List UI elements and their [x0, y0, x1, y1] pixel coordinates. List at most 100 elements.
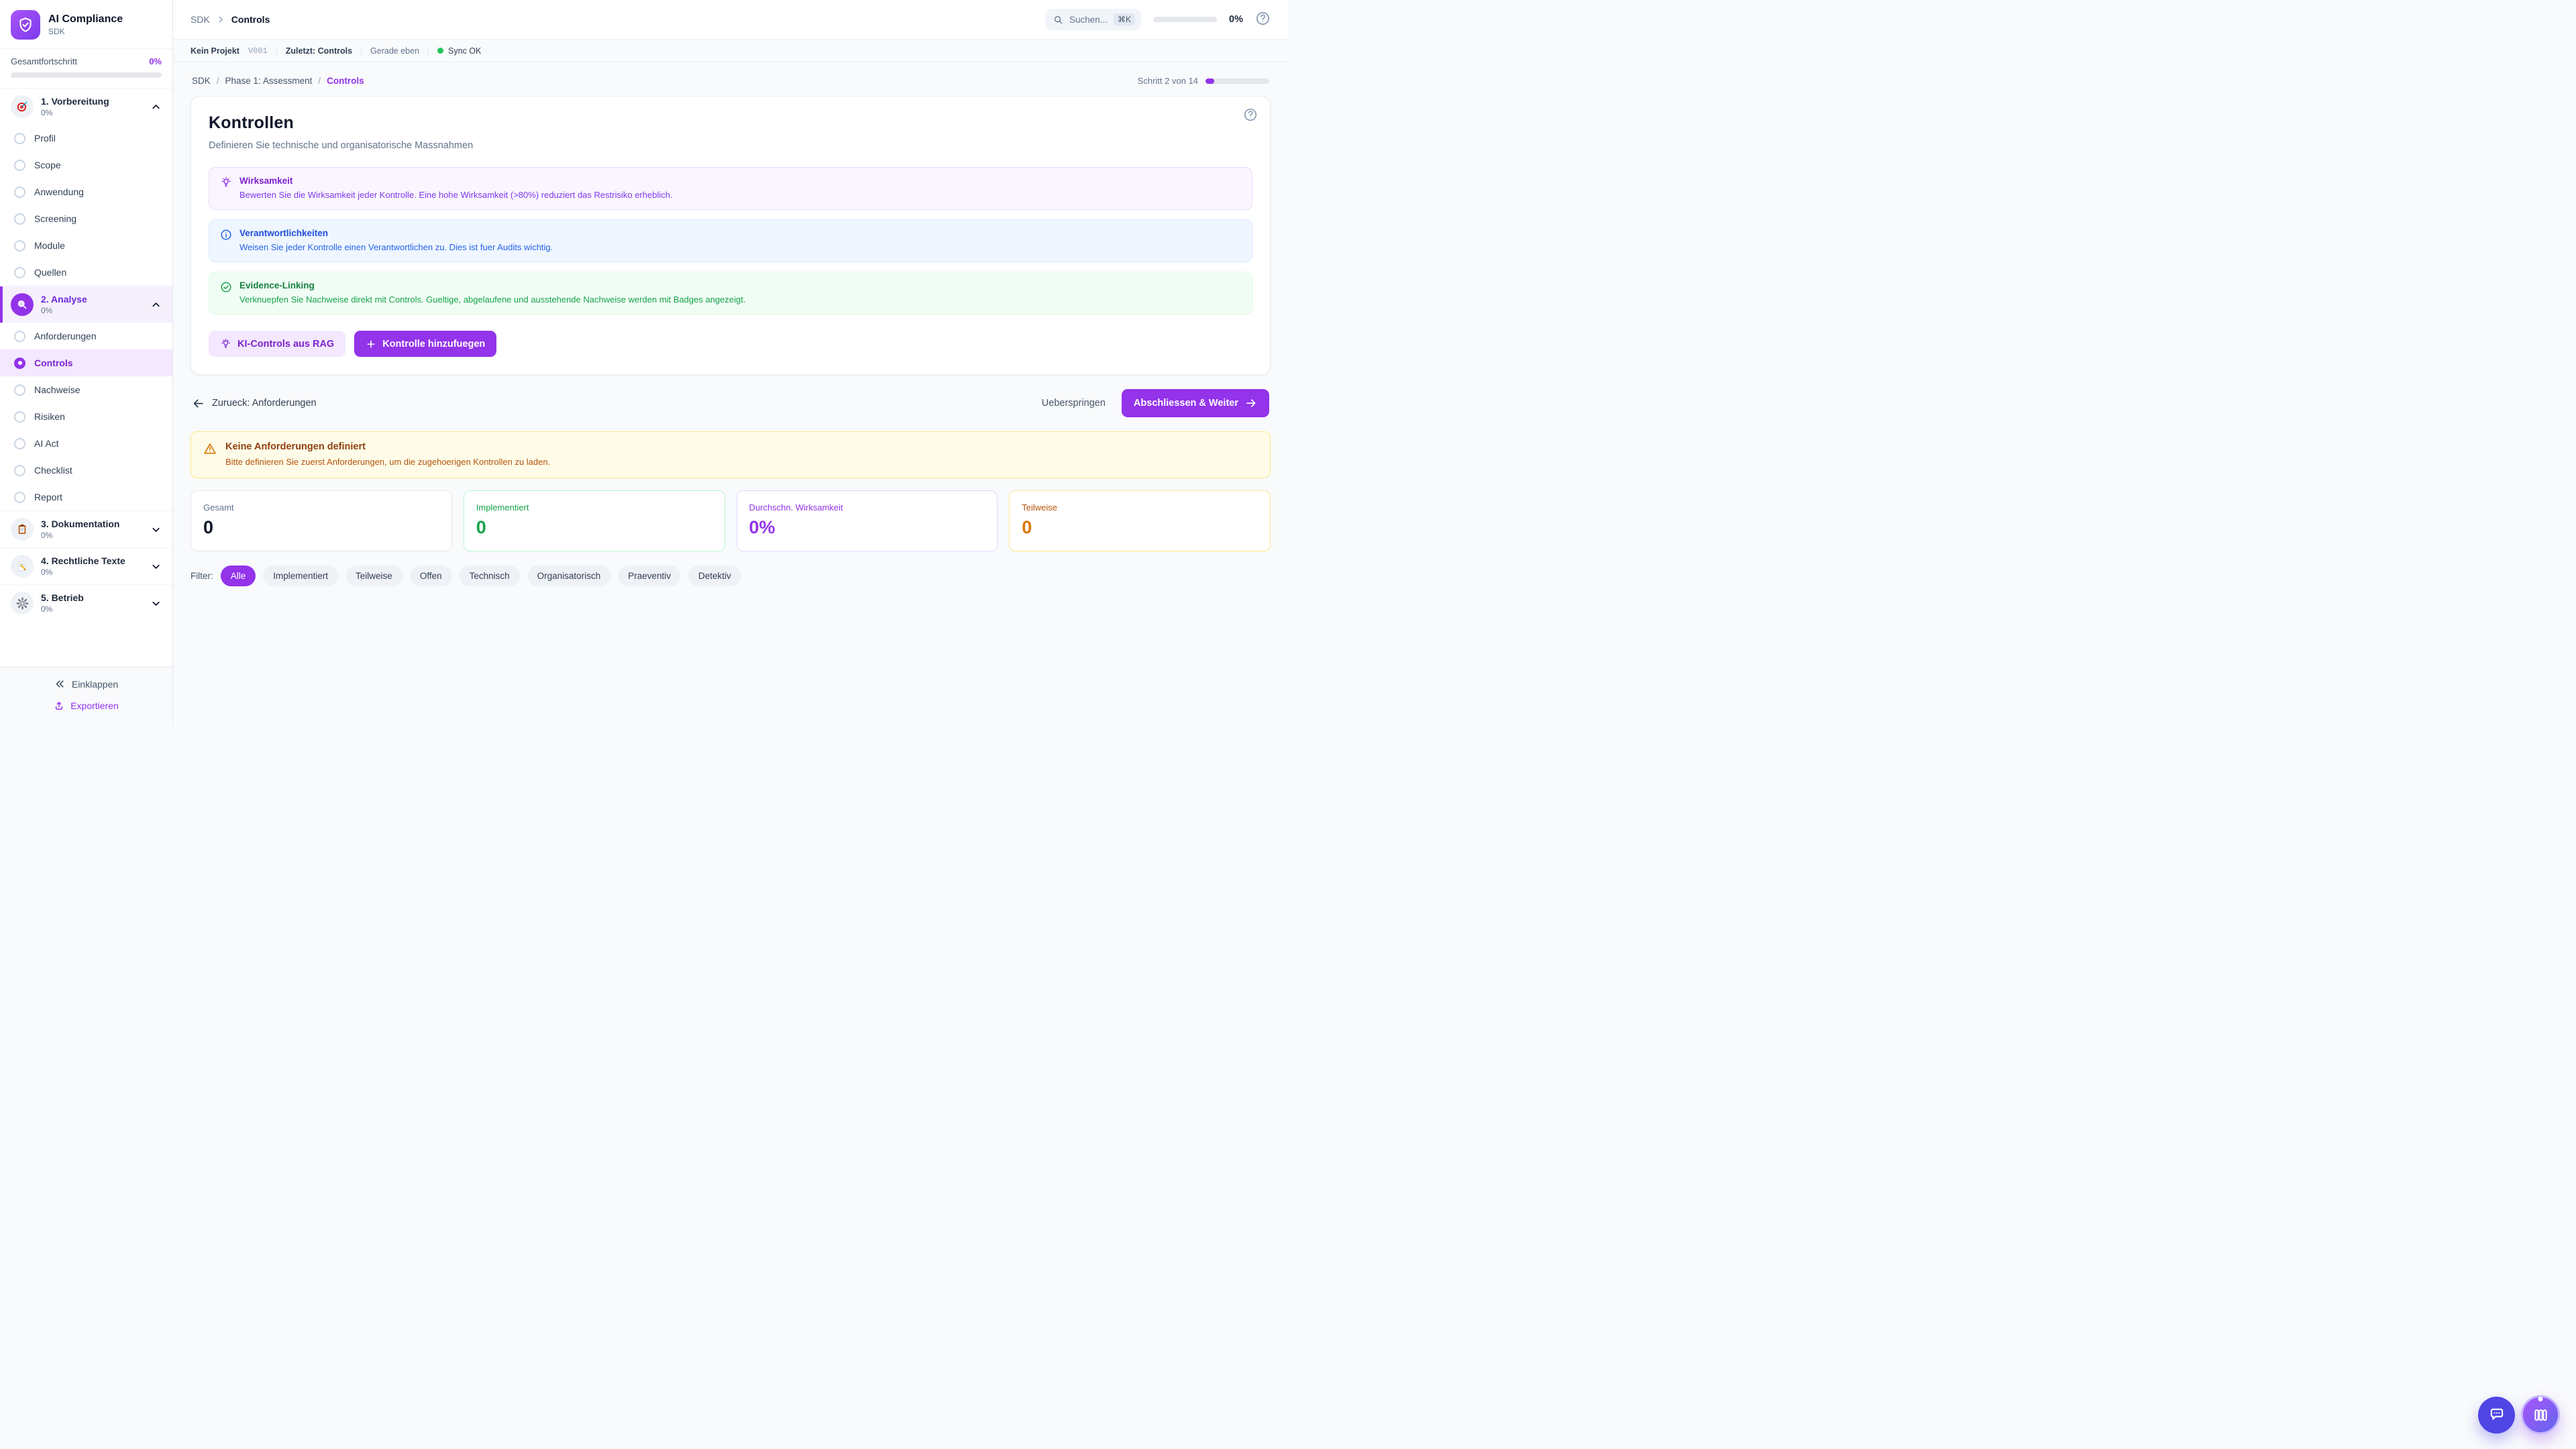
filter-chip-teilweise[interactable]: Teilweise: [345, 566, 402, 586]
sidebar-item-scope[interactable]: Scope: [0, 152, 172, 178]
filter-chip-detektiv[interactable]: Detektiv: [688, 566, 741, 586]
radio-circle-icon: [14, 160, 25, 171]
radio-circle-icon: [14, 438, 25, 449]
crumb-root[interactable]: SDK: [192, 76, 211, 86]
overall-progress-value: 0%: [149, 56, 162, 66]
filter-chip-implementiert[interactable]: Implementiert: [263, 566, 338, 586]
radio-checked-icon: [14, 358, 25, 369]
filter-bar: Filter: Alle Implementiert Teilweise Off…: [191, 566, 1271, 586]
floating-actions: [2478, 1395, 2560, 1434]
section-header-analyse[interactable]: 2. Analyse 0%: [0, 286, 172, 323]
sidebar-item-anforderungen[interactable]: Anforderungen: [0, 323, 172, 350]
section-header-betrieb[interactable]: 5. Betrieb 0%: [0, 585, 172, 621]
sidebar-footer: Einklappen Exportieren: [0, 667, 172, 724]
stat-card-gesamt: Gesamt 0: [191, 490, 452, 551]
arrow-right-icon: [1245, 397, 1257, 409]
stats-row: Gesamt 0 Implementiert 0 Durchschn. Wirk…: [191, 490, 1271, 551]
info-box-verantwortlichkeiten: Verantwortlichkeiten Weisen Sie jeder Ko…: [209, 219, 1252, 262]
overall-progress: Gesamtfortschritt 0%: [0, 48, 172, 88]
sidebar-item-profil[interactable]: Profil: [0, 125, 172, 152]
sidebar-item-ai-act[interactable]: AI Act: [0, 430, 172, 457]
divider: [276, 46, 277, 56]
filter-chip-organisatorisch[interactable]: Organisatorisch: [527, 566, 611, 586]
page-title: Kontrollen: [209, 113, 1252, 133]
section-title: 1. Vorbereitung: [41, 96, 109, 107]
sidebar-item-label: Anwendung: [34, 186, 84, 197]
warning-text: Bitte definieren Sie zuerst Anforderunge…: [225, 457, 550, 467]
sidebar-item-label: Screening: [34, 213, 76, 224]
section-title: 5. Betrieb: [41, 592, 84, 603]
search-placeholder: Suchen...: [1069, 15, 1108, 25]
crumb-current: Controls: [327, 76, 364, 86]
crumb-phase[interactable]: Phase 1: Assessment: [225, 76, 313, 86]
last-saved-time: Gerade eben: [370, 46, 419, 56]
ai-controls-button[interactable]: KI-Controls aus RAG: [209, 331, 345, 357]
sidebar-item-quellen[interactable]: Quellen: [0, 259, 172, 286]
breadcrumb-current: Controls: [231, 14, 270, 25]
section-header-vorbereitung[interactable]: 1. Vorbereitung 0%: [0, 89, 172, 125]
stat-value: 0: [476, 517, 712, 538]
last-visited: Zuletzt: Controls: [286, 46, 352, 56]
add-control-label: Kontrolle hinzufuegen: [382, 339, 485, 350]
help-icon[interactable]: [1255, 11, 1271, 28]
add-control-button[interactable]: Kontrolle hinzufuegen: [354, 331, 496, 357]
app-window: AI Compliance SDK Gesamtfortschritt 0%: [0, 0, 1288, 724]
radio-circle-icon: [14, 240, 25, 252]
sidebar-item-label: AI Act: [34, 438, 59, 449]
radio-circle-icon: [14, 186, 25, 198]
page-subtitle: Definieren Sie technische und organisato…: [209, 140, 1252, 151]
chat-fab-button[interactable]: [2478, 1397, 2515, 1434]
sidebar-section-vorbereitung: 1. Vorbereitung 0% Profil Scope Anwendun…: [0, 89, 172, 286]
finish-next-label: Abschliessen & Weiter: [1134, 398, 1238, 409]
finish-next-button[interactable]: Abschliessen & Weiter: [1122, 389, 1269, 417]
magnifier-icon: [11, 293, 34, 316]
skip-button[interactable]: Ueberspringen: [1042, 398, 1106, 409]
shield-check-icon: [11, 10, 40, 40]
export-button[interactable]: Exportieren: [54, 700, 119, 711]
clipboard-icon: [11, 518, 34, 541]
section-title: 2. Analyse: [41, 294, 87, 305]
info-text: Bewerten Sie die Wirksamkeit jeder Kontr…: [239, 190, 673, 200]
sidebar-item-report[interactable]: Report: [0, 484, 172, 511]
filter-chip-offen[interactable]: Offen: [410, 566, 452, 586]
sidebar-item-label: Risiken: [34, 411, 65, 422]
step-indicator: Schritt 2 von 14: [1138, 76, 1269, 86]
filter-chip-praeventiv[interactable]: Praeventiv: [618, 566, 681, 586]
collapse-sidebar-button[interactable]: Einklappen: [54, 678, 118, 690]
chevron-right-icon: [216, 15, 225, 24]
check-circle-icon: [220, 281, 232, 293]
sidebar-item-anwendung[interactable]: Anwendung: [0, 178, 172, 205]
stat-card-wirksamkeit: Durchschn. Wirksamkeit 0%: [737, 490, 998, 551]
sidebar-item-label: Nachweise: [34, 384, 80, 395]
sidebar-item-label: Scope: [34, 160, 61, 170]
back-button[interactable]: Zurueck: Anforderungen: [192, 397, 317, 410]
breadcrumb-root[interactable]: SDK: [191, 14, 210, 25]
sidebar-item-controls[interactable]: Controls: [0, 350, 172, 376]
radio-circle-icon: [14, 133, 25, 144]
columns-fab-button[interactable]: [2521, 1395, 2560, 1434]
section-header-dokumentation[interactable]: 3. Dokumentation 0%: [0, 511, 172, 547]
section-items: Anforderungen Controls Nachweise Risiken…: [0, 323, 172, 511]
app-logo: AI Compliance SDK: [0, 0, 172, 48]
collapse-label: Einklappen: [72, 679, 118, 690]
columns-icon: [2532, 1407, 2549, 1424]
chevron-down-icon: [150, 598, 162, 609]
sidebar-item-module[interactable]: Module: [0, 232, 172, 259]
sidebar-item-label: Report: [34, 492, 62, 502]
section-header-rechtliche-texte[interactable]: 4. Rechtliche Texte 0%: [0, 548, 172, 584]
stat-label: Durchschn. Wirksamkeit: [749, 502, 985, 513]
topbar-progress-bar: [1153, 17, 1217, 22]
chevron-down-icon: [150, 524, 162, 535]
sidebar-item-nachweise[interactable]: Nachweise: [0, 376, 172, 403]
sidebar-section-dokumentation: 3. Dokumentation 0%: [0, 511, 172, 547]
sidebar-item-risiken[interactable]: Risiken: [0, 403, 172, 430]
filter-chip-technisch[interactable]: Technisch: [460, 566, 520, 586]
sidebar-item-screening[interactable]: Screening: [0, 205, 172, 232]
filter-chip-alle[interactable]: Alle: [221, 566, 256, 586]
topbar-progress-value: 0%: [1229, 14, 1243, 25]
search-input[interactable]: Suchen... ⌘K: [1045, 9, 1141, 30]
sidebar-item-checklist[interactable]: Checklist: [0, 457, 172, 484]
sync-status: Sync OK: [437, 46, 481, 56]
card-help-icon[interactable]: [1243, 107, 1258, 124]
filter-label: Filter:: [191, 571, 213, 581]
